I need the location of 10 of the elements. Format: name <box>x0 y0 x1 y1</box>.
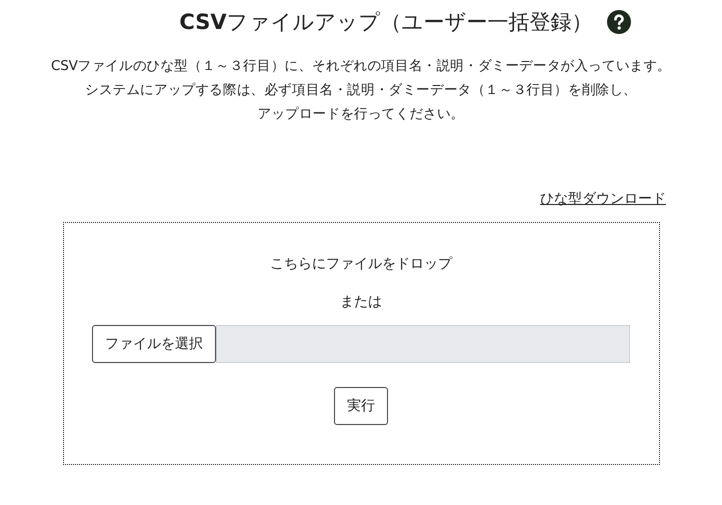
file-name-field[interactable] <box>216 325 630 363</box>
drop-zone[interactable]: こちらにファイルをドロップ または ファイルを選択 実行 <box>62 222 660 465</box>
submit-button[interactable]: 実行 <box>334 387 388 425</box>
or-text: または <box>340 293 382 311</box>
instructions-text: CSVファイルのひな型（１～３行目）に、それぞれの項目名・説明・ダミーデータが入っています。 システムにアップする際は、必ず項目名・説明・ダミーデータ（１～３行目）を削除し、 アップロードを行ってください。 <box>50 57 672 124</box>
template-download-link[interactable]: ひな型ダウンロード <box>540 190 666 208</box>
help-icon[interactable] <box>606 10 631 34</box>
choose-file-button[interactable]: ファイルを選択 <box>92 325 216 363</box>
page-title: CSVファイルアップ（ユーザー一括登録） <box>179 9 593 36</box>
drop-prompt: こちらにファイルをドロップ <box>270 255 452 273</box>
